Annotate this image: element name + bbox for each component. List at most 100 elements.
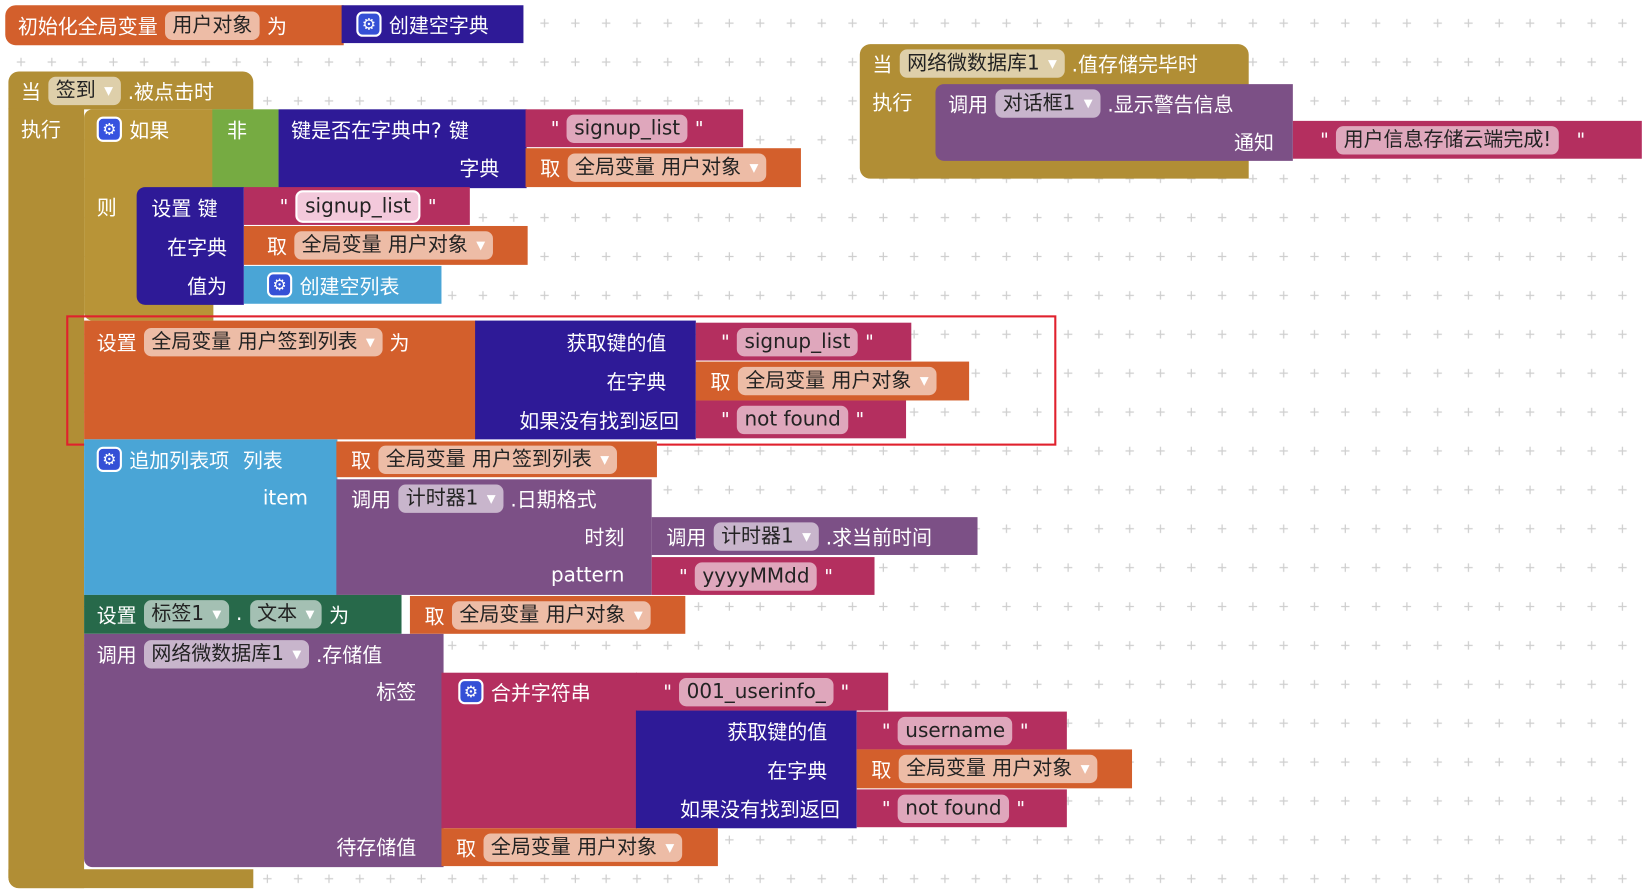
component-dropdown[interactable]: 网络微数据库1 ▼ <box>144 639 309 668</box>
text-block[interactable]: " 001_userinfo_ " <box>635 672 889 711</box>
if-not-found-label: 如果没有找到返回 <box>680 798 840 822</box>
global-var-name-field[interactable]: 用户对象 <box>165 11 260 40</box>
add-items-to-list-block[interactable]: ⚙ 追加列表项 列表 item <box>84 439 338 595</box>
value-to-store-label: 待存储值 <box>336 836 417 860</box>
get-label: 取 <box>266 234 287 259</box>
get-variable-block[interactable]: 取全局变量 用户签到列表 ▼ <box>336 441 657 478</box>
gear-icon[interactable]: ⚙ <box>96 446 122 472</box>
text-field[interactable]: signup_list <box>566 114 688 143</box>
in-dict-label: 在字典 <box>767 759 828 783</box>
method-label: .求当前时间 <box>825 526 932 550</box>
get-label: 取 <box>351 449 372 473</box>
component-dropdown[interactable]: 对话框1 ▼ <box>995 88 1101 118</box>
dict-set-pair-block[interactable]: 设置 键 在字典 值为 <box>136 187 244 305</box>
get-variable-block[interactable]: 取全局变量 用户对象 ▼ <box>856 749 1133 789</box>
text-field[interactable]: 001_userinfo_ <box>679 677 834 706</box>
get-variable-block[interactable]: 取全局变量 用户对象 ▼ <box>409 595 686 634</box>
text-field[interactable]: username <box>897 716 1013 745</box>
value-label: 值为 <box>187 274 228 298</box>
get-label: 取 <box>540 157 561 181</box>
do-label: 执行 <box>872 90 913 115</box>
get-label: 取 <box>871 758 892 782</box>
if-label: 如果 <box>129 119 170 143</box>
variable-dropdown[interactable]: 全局变量 用户对象 ▼ <box>567 152 766 182</box>
get-variable-block[interactable]: 取全局变量 用户对象 ▼ <box>243 225 528 265</box>
component-dropdown[interactable]: 标签1 ▼ <box>144 599 229 629</box>
text-block[interactable]: " not found " <box>856 789 1067 828</box>
call-label: 调用 <box>351 488 392 512</box>
store-value-block[interactable]: 调用 网络微数据库1 ▼ .存储值 标签 待存储值 <box>84 633 444 868</box>
text-block[interactable]: " 用户信息存储云端完成! " <box>1292 120 1642 159</box>
text-block[interactable]: " signup_list " <box>243 187 470 225</box>
get-label: 取 <box>424 604 445 629</box>
list-label: 列表 <box>242 449 283 473</box>
add-items-label: 追加列表项 <box>129 449 230 473</box>
tag-label: 标签 <box>376 680 417 704</box>
text-field[interactable]: 用户信息存储云端完成! <box>1336 125 1559 154</box>
gear-icon[interactable]: ⚙ <box>356 11 382 37</box>
method-label: .存储值 <box>315 643 383 667</box>
text-block[interactable]: " username " <box>856 711 1067 750</box>
get-value-label: 获取键的值 <box>727 720 828 744</box>
component-dropdown[interactable]: 计时器1 ▼ <box>713 521 819 551</box>
in-dict-label: 在字典 <box>167 235 228 260</box>
dot-label: . <box>236 602 243 626</box>
not-block[interactable]: 非 <box>212 109 279 189</box>
text-field[interactable]: not found <box>897 794 1009 823</box>
highlight-box <box>66 315 1057 446</box>
variable-dropdown[interactable]: 全局变量 用户对象 ▼ <box>294 230 493 260</box>
variable-dropdown[interactable]: 全局变量 用户对象 ▼ <box>483 832 682 862</box>
set-label: 设置 <box>96 603 137 627</box>
create-empty-dict-label: 创建空字典 <box>388 14 489 38</box>
component-dropdown[interactable]: 计时器1 ▼ <box>398 484 504 513</box>
when-label: 当 <box>872 53 893 77</box>
to-label: 为 <box>329 603 350 627</box>
method-label: .日期格式 <box>510 488 597 512</box>
init-global-block[interactable]: 初始化全局变量 用户对象 为 <box>5 5 344 46</box>
do-label: 执行 <box>21 118 61 142</box>
create-empty-list-label: 创建空列表 <box>299 274 400 298</box>
text-field[interactable]: signup_list <box>295 189 421 223</box>
notice-label: 通知 <box>1233 130 1274 154</box>
get-value-for-key-block[interactable]: 获取键的值 在字典 如果没有找到返回 <box>635 710 857 829</box>
variable-dropdown[interactable]: 全局变量 用户签到列表 ▼ <box>378 445 617 474</box>
contains-key-label: 键是否在字典中? <box>291 119 442 143</box>
get-variable-block[interactable]: 取全局变量 用户对象 ▼ <box>525 148 801 188</box>
join-label: 合并字符串 <box>490 681 591 705</box>
set-key-label: 设置 键 <box>151 197 218 221</box>
get-variable-block[interactable]: 取全局变量 用户对象 ▼ <box>441 828 718 867</box>
gear-icon[interactable]: ⚙ <box>458 679 484 705</box>
component-dropdown[interactable]: 网络微数据库1 ▼ <box>899 48 1065 78</box>
timer-now-block[interactable]: 调用 计时器1 ▼ .求当前时间 <box>651 517 978 555</box>
text-field[interactable]: yyyyMMdd <box>695 561 817 591</box>
variable-dropdown[interactable]: 全局变量 用户对象 ▼ <box>898 754 1097 783</box>
click-event-block[interactable]: 当 签到 ▼ .被点击时 <box>8 71 254 110</box>
variable-dropdown[interactable]: 全局变量 用户对象 ▼ <box>451 600 651 630</box>
property-dropdown[interactable]: 文本 ▼ <box>249 599 322 629</box>
gear-icon[interactable]: ⚙ <box>96 116 122 142</box>
item-label: item <box>262 486 308 510</box>
text-block[interactable]: " yyyyMMdd " <box>651 557 875 595</box>
gear-icon[interactable]: ⚙ <box>266 272 293 298</box>
component-dropdown[interactable]: 签到 ▼ <box>48 76 121 105</box>
event-label: .值存储完毕时 <box>1071 53 1198 77</box>
init-label: 初始化全局变量 <box>17 15 158 39</box>
contains-key-block[interactable]: 键是否在字典中? 键 字典 <box>278 109 527 189</box>
set-label-text-block[interactable]: 设置 标签1 ▼ . 文本 ▼ 为 <box>84 594 402 634</box>
dict-label: 字典 <box>459 157 500 181</box>
blocks-workspace[interactable]: 初始化全局变量 用户对象 为 ⚙ 创建空字典 当 签到 ▼ .被点击时 执行 ⚙ 如果… <box>0 0 1645 892</box>
join-block[interactable]: ⚙ 合并字符串 <box>441 672 637 829</box>
text-block[interactable]: " signup_list " <box>525 109 744 148</box>
call-label: 调用 <box>96 643 137 667</box>
to-label: 为 <box>267 15 287 39</box>
timer-format-date-block[interactable]: 调用 计时器1 ▼ .日期格式 时刻 pattern <box>336 479 652 595</box>
show-alert-block[interactable]: 调用 对话框1 ▼ .显示警告信息 通知 <box>935 84 1293 161</box>
instant-label: 时刻 <box>584 526 625 550</box>
get-label: 取 <box>456 837 477 861</box>
create-empty-dict-block[interactable]: ⚙ 创建空字典 <box>341 5 524 44</box>
then-label: 则 <box>96 196 117 220</box>
click-event-bottom <box>8 869 254 889</box>
key-label: 键 <box>448 119 469 143</box>
click-event-body: 执行 <box>8 108 85 889</box>
create-empty-list-block[interactable]: ⚙ 创建空列表 <box>243 265 442 304</box>
